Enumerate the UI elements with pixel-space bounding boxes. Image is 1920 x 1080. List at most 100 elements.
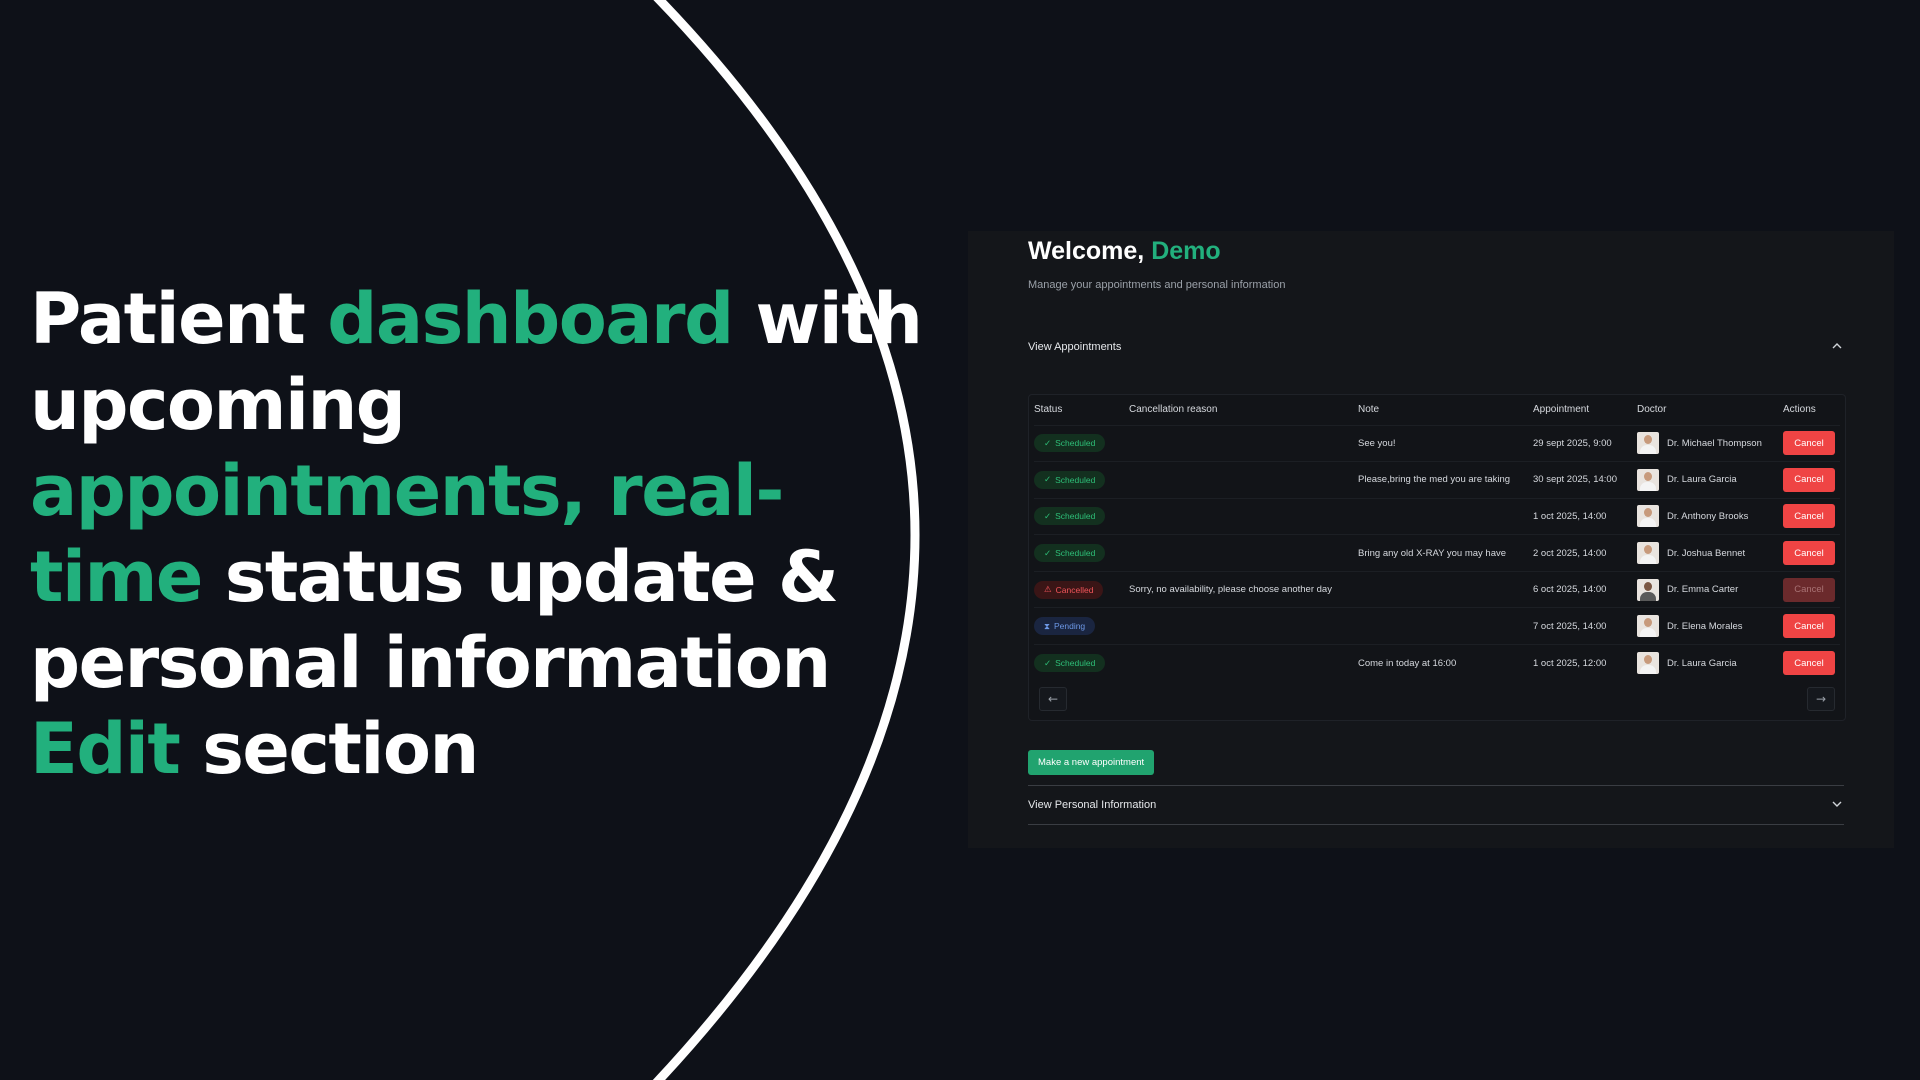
headline-accent-text: dashboard <box>327 278 734 360</box>
cancel-appointment-button[interactable]: Cancel <box>1783 431 1835 456</box>
cancel-appointment-button[interactable]: Cancel <box>1783 651 1835 676</box>
status-cell: ⚠ Cancelled <box>1034 571 1129 608</box>
note-cell <box>1358 498 1533 535</box>
status-badge: ✓ Scheduled <box>1034 507 1106 526</box>
chevron-up-icon <box>1832 342 1842 353</box>
appointment-date-cell: 7 oct 2025, 14:00 <box>1533 620 1607 632</box>
cancellation-reason-cell <box>1129 425 1358 462</box>
hourglass-icon: ⧗ <box>1044 620 1050 631</box>
status-badge: ✓ Scheduled <box>1034 470 1106 489</box>
doctor-avatar <box>1637 652 1659 675</box>
column-header-note: Note <box>1358 404 1380 416</box>
check-icon: ✓ <box>1044 474 1052 485</box>
column-header-appointment: Appointment <box>1533 404 1590 416</box>
actions-cell: Cancel <box>1783 535 1840 572</box>
table-header-row: Status Cancellation reason Note Appointm… <box>1034 395 1840 425</box>
status-cell: ✓ Scheduled <box>1034 535 1129 572</box>
cancel-appointment-button[interactable]: Cancel <box>1783 577 1835 602</box>
status-label: Scheduled <box>1055 548 1096 559</box>
column-header-status: Status <box>1034 404 1063 416</box>
doctor-name: Dr. Michael Thompson <box>1667 437 1762 449</box>
status-cell: ✓ Scheduled <box>1034 425 1129 462</box>
appointment-date-cell: 1 oct 2025, 12:00 <box>1533 657 1607 669</box>
warning-icon: ⚠ <box>1044 584 1052 595</box>
appointment-date-cell: 2 oct 2025, 14:00 <box>1533 547 1607 559</box>
cancel-appointment-button[interactable]: Cancel <box>1783 541 1835 566</box>
doctor-avatar <box>1637 505 1659 528</box>
check-icon: ✓ <box>1044 657 1052 668</box>
headline: Patient dashboard with upcoming appointm… <box>30 276 930 792</box>
doctor-avatar <box>1637 542 1659 565</box>
note-cell: See you! <box>1358 437 1396 449</box>
doctor-cell: Dr. Emma Carter <box>1637 571 1783 608</box>
cancel-appointment-button[interactable]: Cancel <box>1783 504 1835 529</box>
make-new-appointment-button[interactable]: Make a new appointment <box>1028 750 1155 775</box>
status-badge: ⚠ Cancelled <box>1034 580 1104 599</box>
doctor-avatar <box>1637 468 1659 491</box>
doctor-cell: Dr. Anthony Brooks <box>1637 498 1783 535</box>
next-page-button[interactable]: → <box>1807 687 1835 711</box>
status-label: Cancelled <box>1055 584 1094 595</box>
accordion-divider <box>1028 785 1844 786</box>
note-cell: Come in today at 16:00 <box>1358 657 1457 669</box>
appointments-table-card: Status Cancellation reason Note Appointm… <box>1028 394 1846 721</box>
prev-page-button[interactable]: ← <box>1039 687 1067 711</box>
cancellation-reason-cell <box>1129 498 1358 535</box>
headline-text: Patient <box>30 278 328 360</box>
doctor-avatar <box>1637 578 1659 601</box>
appointment-date-cell: 1 oct 2025, 14:00 <box>1533 510 1607 522</box>
dashboard-panel: Welcome, Demo Manage your appointments a… <box>968 231 1894 848</box>
arrow-left-icon: ← <box>1047 692 1059 706</box>
status-cell: ⧗ Pending <box>1034 608 1129 645</box>
check-icon: ✓ <box>1044 510 1052 521</box>
status-cell: ✓ Scheduled <box>1034 498 1129 535</box>
status-cell: ✓ Scheduled <box>1034 645 1129 682</box>
actions-cell: Cancel <box>1783 498 1840 535</box>
appointments-table: Status Cancellation reason Note Appointm… <box>1034 395 1840 681</box>
welcome-heading: Welcome, Demo <box>1028 237 1221 266</box>
status-badge: ✓ Scheduled <box>1034 654 1106 673</box>
column-header-actions: Actions <box>1783 404 1816 416</box>
cancellation-reason-cell <box>1129 535 1358 572</box>
appointments-accordion-header[interactable]: View Appointments <box>1028 334 1844 360</box>
check-icon: ✓ <box>1044 437 1052 448</box>
status-badge: ✓ Scheduled <box>1034 544 1106 563</box>
doctor-cell: Dr. Michael Thompson <box>1637 425 1783 462</box>
cancel-appointment-button[interactable]: Cancel <box>1783 467 1835 492</box>
doctor-avatar <box>1637 615 1659 638</box>
table-row: ⚠ Cancelled Sorry, no availability, please… <box>1034 571 1840 608</box>
doctor-name: Dr. Emma Carter <box>1667 584 1739 596</box>
check-icon: ✓ <box>1044 547 1052 558</box>
doctor-cell: Dr. Joshua Bennet <box>1637 535 1783 572</box>
cancellation-reason-cell <box>1129 462 1358 499</box>
doctor-cell: Dr. Laura Garcia <box>1637 645 1783 682</box>
appointment-date-cell: 29 sept 2025, 9:00 <box>1533 437 1612 449</box>
personal-info-accordion-label: View Personal Information <box>1028 799 1157 811</box>
status-label: Scheduled <box>1055 658 1096 669</box>
doctor-name: Dr. Laura Garcia <box>1667 474 1737 486</box>
note-cell <box>1358 571 1533 608</box>
doctor-name: Dr. Joshua Bennet <box>1667 547 1746 559</box>
user-name: Demo <box>1151 237 1221 265</box>
status-label: Pending <box>1053 621 1086 632</box>
appointments-accordion-label: View Appointments <box>1028 341 1122 353</box>
cancel-appointment-button[interactable]: Cancel <box>1783 614 1835 639</box>
column-header-cancellation-reason: Cancellation reason <box>1129 404 1218 416</box>
status-cell: ✓ Scheduled <box>1034 462 1129 499</box>
chevron-down-icon <box>1832 800 1842 811</box>
doctor-name: Dr. Anthony Brooks <box>1667 510 1749 522</box>
cancellation-reason-cell <box>1129 608 1358 645</box>
cancellation-reason-cell: Sorry, no availability, please choose an… <box>1129 584 1332 596</box>
appointment-date-cell: 6 oct 2025, 14:00 <box>1533 584 1607 596</box>
table-row: ⧗ Pending 7 oct 2025, 14:00 Dr. Elena Moral… <box>1034 607 1840 645</box>
table-row: ✓ Scheduled Please,bring the med you are t… <box>1034 461 1840 499</box>
personal-info-accordion-header[interactable]: View Personal Information <box>1028 792 1844 818</box>
column-header-doctor: Doctor <box>1637 404 1667 416</box>
appointment-date-cell: 30 sept 2025, 14:00 <box>1533 474 1617 486</box>
note-cell: Bring any old X-RAY you may have <box>1358 547 1507 559</box>
actions-cell: Cancel <box>1783 645 1840 682</box>
actions-cell: Cancel <box>1783 608 1840 645</box>
table-row: ✓ Scheduled See you! 29 sept 2025, 9:00 Dr. … <box>1034 425 1840 462</box>
status-label: Scheduled <box>1055 474 1096 485</box>
welcome-prefix: Welcome, <box>1028 237 1152 265</box>
